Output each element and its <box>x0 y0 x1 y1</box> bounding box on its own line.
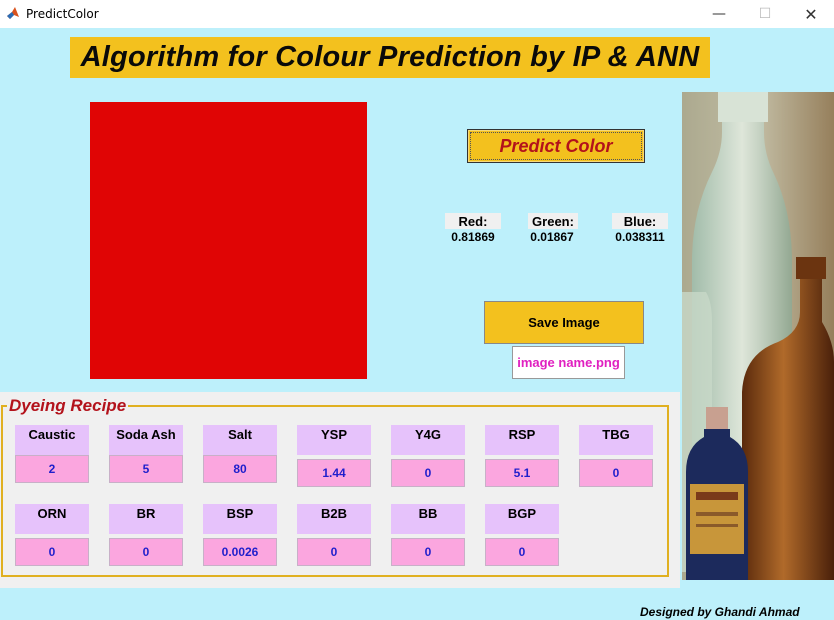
recipe-item-soda-ash: Soda Ash 5 <box>109 425 183 483</box>
red-label: Red: <box>445 213 501 229</box>
predict-color-label: Predict Color <box>499 135 613 156</box>
recipe-item-caustic: Caustic 2 <box>15 425 89 483</box>
recipe-value[interactable]: 80 <box>203 455 277 483</box>
save-image-button[interactable]: Save Image <box>484 301 644 344</box>
window-title: PredictColor <box>26 7 99 21</box>
recipe-item-br: BR 0 <box>109 504 183 566</box>
recipe-item-orn: ORN 0 <box>15 504 89 566</box>
recipe-label: BGP <box>485 504 559 534</box>
red-value: 0.81869 <box>451 230 495 244</box>
recipe-item-bgp: BGP 0 <box>485 504 559 566</box>
recipe-item-b2b: B2B 0 <box>297 504 371 566</box>
green-label: Green: <box>528 213 578 229</box>
recipe-value[interactable]: 5.1 <box>485 459 559 487</box>
recipe-item-tbg: TBG 0 <box>579 425 653 487</box>
image-name-input[interactable] <box>512 346 625 379</box>
predict-color-button[interactable]: Predict Color <box>467 129 645 163</box>
recipe-item-ysp: YSP 1.44 <box>297 425 371 487</box>
recipe-value[interactable]: 0 <box>15 538 89 566</box>
recipe-label: BR <box>109 504 183 534</box>
recipe-item-y4g: Y4G 0 <box>391 425 465 487</box>
recipe-value[interactable]: 0 <box>485 538 559 566</box>
minimize-button[interactable]: — <box>696 0 742 28</box>
recipe-value[interactable]: 0 <box>391 459 465 487</box>
window-titlebar: PredictColor — ☐ ✕ <box>0 0 834 28</box>
designer-credit: Designed by Ghandi Ahmad <box>640 605 800 619</box>
close-button[interactable]: ✕ <box>788 0 834 28</box>
recipe-value[interactable]: 0 <box>391 538 465 566</box>
predicted-color-swatch <box>90 102 367 379</box>
recipe-label: Soda Ash <box>109 425 183 455</box>
recipe-label: ORN <box>15 504 89 534</box>
recipe-label: Y4G <box>391 425 465 455</box>
recipe-label: TBG <box>579 425 653 455</box>
recipe-label: B2B <box>297 504 371 534</box>
recipe-label: Caustic <box>15 425 89 455</box>
recipe-value[interactable]: 0 <box>297 538 371 566</box>
recipe-label: Salt <box>203 425 277 455</box>
recipe-item-bsp: BSP 0.0026 <box>203 504 277 566</box>
blue-value: 0.038311 <box>615 230 665 244</box>
recipe-label: RSP <box>485 425 559 455</box>
recipe-item-bb: BB 0 <box>391 504 465 566</box>
recipe-value[interactable]: 0 <box>579 459 653 487</box>
recipe-label: YSP <box>297 425 371 455</box>
recipe-value[interactable]: 1.44 <box>297 459 371 487</box>
recipe-item-salt: Salt 80 <box>203 425 277 483</box>
recipe-value[interactable]: 0.0026 <box>203 538 277 566</box>
green-value: 0.01867 <box>530 230 574 244</box>
maximize-button[interactable]: ☐ <box>742 0 788 28</box>
recipe-label: BSP <box>203 504 277 534</box>
recipe-value[interactable]: 2 <box>15 455 89 483</box>
save-image-label: Save Image <box>528 315 600 330</box>
recipe-label: BB <box>391 504 465 534</box>
page-title: Algorithm for Colour Prediction by IP & … <box>70 37 710 78</box>
recipe-value[interactable]: 5 <box>109 455 183 483</box>
bottles-photo <box>682 92 834 580</box>
matlab-icon <box>7 7 19 19</box>
blue-label: Blue: <box>612 213 668 229</box>
dyeing-recipe-title: Dyeing Recipe <box>7 395 129 417</box>
recipe-item-rsp: RSP 5.1 <box>485 425 559 487</box>
recipe-value[interactable]: 0 <box>109 538 183 566</box>
